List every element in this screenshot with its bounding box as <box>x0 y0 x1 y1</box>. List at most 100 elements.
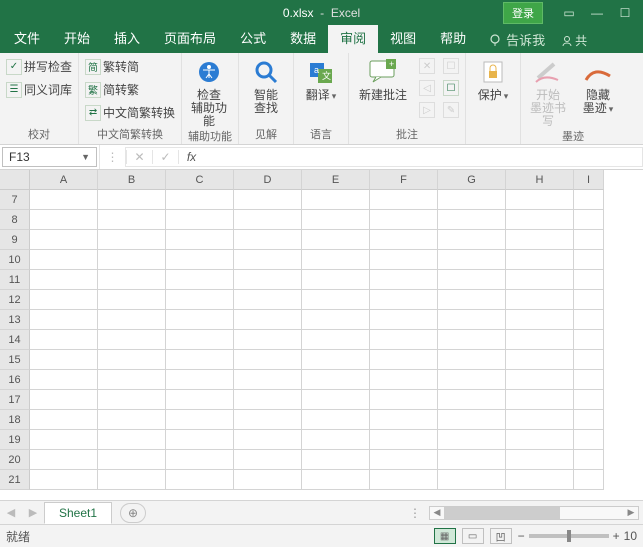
cell[interactable] <box>574 390 604 410</box>
cell[interactable] <box>370 350 438 370</box>
cell[interactable] <box>30 390 98 410</box>
cell[interactable] <box>438 250 506 270</box>
cell[interactable] <box>438 350 506 370</box>
cell[interactable] <box>30 470 98 490</box>
cell[interactable] <box>30 270 98 290</box>
cell[interactable] <box>30 430 98 450</box>
fx-icon[interactable]: fx <box>178 150 204 164</box>
name-box[interactable]: F13 ▼ <box>2 147 97 167</box>
cell[interactable] <box>438 270 506 290</box>
scroll-thumb[interactable] <box>430 507 560 519</box>
cell[interactable] <box>574 310 604 330</box>
cell[interactable] <box>302 210 370 230</box>
column-header[interactable]: D <box>234 170 302 190</box>
cell[interactable] <box>574 450 604 470</box>
protect-button[interactable]: 保护▾ <box>472 55 514 103</box>
view-layout-button[interactable]: ▭ <box>462 528 484 544</box>
check-accessibility-button[interactable]: 检查辅助功能 <box>188 55 230 128</box>
cell[interactable] <box>30 250 98 270</box>
row-header[interactable]: 18 <box>0 410 30 430</box>
cell[interactable] <box>166 350 234 370</box>
row-header[interactable]: 12 <box>0 290 30 310</box>
column-header[interactable]: B <box>98 170 166 190</box>
show-all-button[interactable]: ☐ <box>443 79 459 97</box>
cell[interactable] <box>574 290 604 310</box>
cell[interactable] <box>98 390 166 410</box>
cell[interactable] <box>234 310 302 330</box>
cell[interactable] <box>166 430 234 450</box>
cell[interactable] <box>438 370 506 390</box>
cell[interactable] <box>166 210 234 230</box>
sheet-nav-next[interactable]: ▶ <box>22 506 44 519</box>
cell[interactable] <box>506 230 574 250</box>
cell[interactable] <box>30 230 98 250</box>
cell[interactable] <box>302 190 370 210</box>
cell[interactable] <box>370 370 438 390</box>
cell[interactable] <box>574 190 604 210</box>
cell[interactable] <box>166 370 234 390</box>
cell[interactable] <box>574 230 604 250</box>
row-header[interactable]: 8 <box>0 210 30 230</box>
sheet-tab-1[interactable]: Sheet1 <box>44 502 112 524</box>
cell[interactable] <box>98 410 166 430</box>
view-break-button[interactable]: 凹 <box>490 528 512 544</box>
trad-to-simp-button[interactable]: 简繁转简 <box>85 57 175 76</box>
chinese-convert-button[interactable]: ⇄中文简繁转换 <box>85 103 175 122</box>
cell[interactable] <box>370 290 438 310</box>
horizontal-scrollbar[interactable]: ◀ ▶ <box>429 506 639 520</box>
cell[interactable] <box>302 290 370 310</box>
cancel-icon[interactable]: ✕ <box>126 150 152 164</box>
row-header[interactable]: 20 <box>0 450 30 470</box>
cell[interactable] <box>234 250 302 270</box>
cell[interactable] <box>506 190 574 210</box>
next-comment-button[interactable]: ▷ <box>419 101 435 119</box>
cell[interactable] <box>98 190 166 210</box>
zoom-slider[interactable] <box>529 534 609 538</box>
cell[interactable] <box>98 430 166 450</box>
column-header[interactable]: C <box>166 170 234 190</box>
cell[interactable] <box>370 390 438 410</box>
cell[interactable] <box>574 350 604 370</box>
cell[interactable] <box>506 390 574 410</box>
cell[interactable] <box>166 310 234 330</box>
cell[interactable] <box>166 190 234 210</box>
cell[interactable] <box>30 450 98 470</box>
cell[interactable] <box>506 350 574 370</box>
show-ink-button[interactable]: ✎ <box>443 101 459 119</box>
cell[interactable] <box>438 330 506 350</box>
delete-comment-button[interactable]: ✕ <box>419 57 435 75</box>
scroll-right-icon[interactable]: ▶ <box>624 507 638 519</box>
new-comment-button[interactable]: + 新建批注 <box>355 55 411 102</box>
cell[interactable] <box>506 310 574 330</box>
zoom-out-icon[interactable]: − <box>518 529 525 543</box>
cell[interactable] <box>166 410 234 430</box>
cell[interactable] <box>574 250 604 270</box>
cell[interactable] <box>98 230 166 250</box>
cell[interactable] <box>30 210 98 230</box>
cell[interactable] <box>30 410 98 430</box>
cell[interactable] <box>438 230 506 250</box>
login-button[interactable]: 登录 <box>503 2 543 24</box>
ribbon-options-icon[interactable]: ▭ <box>555 0 583 25</box>
row-header[interactable]: 7 <box>0 190 30 210</box>
cell[interactable] <box>234 330 302 350</box>
translate-button[interactable]: a文 翻译▾ <box>300 55 342 103</box>
show-comment-button[interactable]: ☐ <box>443 57 459 75</box>
cell[interactable] <box>506 410 574 430</box>
cell[interactable] <box>438 190 506 210</box>
zoom-in-icon[interactable]: + <box>613 529 620 543</box>
cell[interactable] <box>370 230 438 250</box>
tab-layout[interactable]: 页面布局 <box>152 23 228 53</box>
cell[interactable] <box>370 330 438 350</box>
cell[interactable] <box>98 330 166 350</box>
tell-me[interactable]: 告诉我 <box>478 26 555 53</box>
cell[interactable] <box>438 430 506 450</box>
cell[interactable] <box>302 370 370 390</box>
cell[interactable] <box>438 390 506 410</box>
cell[interactable] <box>234 350 302 370</box>
cell[interactable] <box>234 290 302 310</box>
cell[interactable] <box>166 330 234 350</box>
column-header[interactable]: H <box>506 170 574 190</box>
cell[interactable] <box>574 270 604 290</box>
cell[interactable] <box>506 250 574 270</box>
